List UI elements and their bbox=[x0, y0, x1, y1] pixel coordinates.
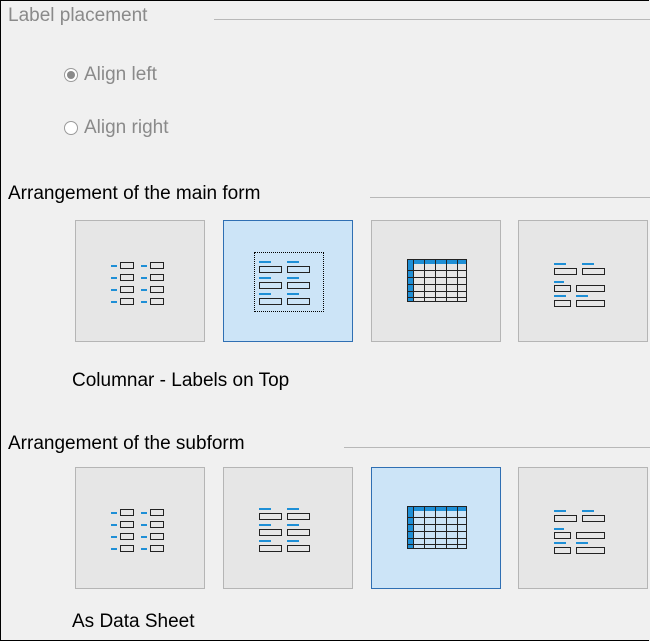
columnar-labels-left-icon bbox=[111, 262, 164, 305]
main-form-title: Arrangement of the main form bbox=[8, 183, 261, 204]
main-block-labels-tile[interactable] bbox=[518, 220, 648, 342]
sub-block-labels-tile[interactable] bbox=[518, 467, 648, 589]
label-placement-title: Label placement bbox=[8, 5, 148, 26]
columnar-labels-left-icon bbox=[111, 509, 164, 552]
columnar-labels-top-icon bbox=[259, 261, 310, 305]
radio-unchecked-icon bbox=[64, 121, 78, 135]
main-data-sheet-tile[interactable] bbox=[371, 220, 501, 342]
subform-divider bbox=[344, 447, 650, 448]
columnar-labels-top-icon bbox=[259, 508, 310, 552]
subform-title: Arrangement of the subform bbox=[8, 433, 245, 454]
sub-columnar-left-tile[interactable] bbox=[75, 467, 205, 589]
main-form-selection-label: Columnar - Labels on Top bbox=[72, 370, 290, 391]
align-right-radio[interactable]: Align right bbox=[64, 117, 169, 139]
align-left-label: Align left bbox=[84, 64, 157, 85]
main-columnar-left-tile[interactable] bbox=[75, 220, 205, 342]
data-sheet-icon bbox=[407, 506, 467, 549]
align-left-radio[interactable]: Align left bbox=[64, 64, 157, 86]
block-labels-above-icon bbox=[554, 510, 605, 554]
subform-selection-label: As Data Sheet bbox=[72, 611, 195, 632]
block-labels-above-icon bbox=[554, 263, 605, 307]
sub-data-sheet-tile[interactable] bbox=[371, 467, 501, 589]
main-columnar-top-tile[interactable] bbox=[223, 220, 353, 342]
main-form-divider bbox=[370, 197, 650, 198]
radio-checked-icon bbox=[64, 68, 78, 82]
data-sheet-icon bbox=[407, 259, 467, 302]
label-placement-divider bbox=[214, 19, 650, 20]
sub-columnar-top-tile[interactable] bbox=[223, 467, 353, 589]
align-right-label: Align right bbox=[84, 117, 169, 138]
